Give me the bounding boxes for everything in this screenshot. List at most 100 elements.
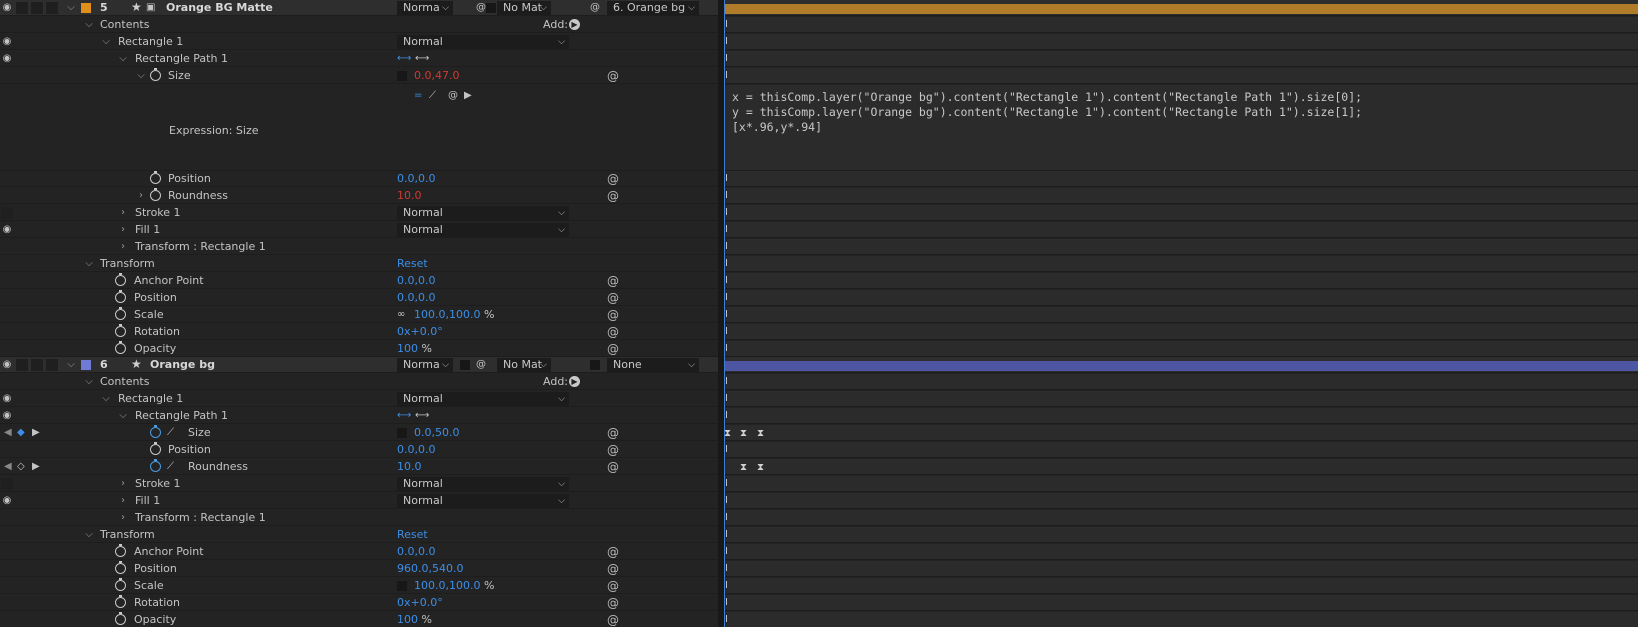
chevron-right-icon[interactable]: › — [118, 206, 128, 220]
expression-pickwhip-icon[interactable]: @ — [448, 90, 458, 101]
rectangle-blend-dropdown[interactable]: Normal ⌵ — [397, 35, 569, 49]
roundness-row[interactable]: › Roundness 10.0 @ — [0, 188, 718, 204]
expression-pickwhip-icon[interactable]: @ — [607, 274, 619, 288]
stroke-blend-dropdown[interactable]: Normal ⌵ — [397, 206, 569, 220]
keyframe-icon[interactable]: ⧗ — [740, 462, 747, 473]
chevron-down-icon[interactable]: ⌵ — [84, 375, 94, 389]
rectangle-row[interactable]: ◉ ⌵ Rectangle 1 Normal ⌵ — [0, 391, 718, 407]
expression-pickwhip-icon[interactable]: @ — [607, 308, 619, 322]
transform-rect-row[interactable]: › Transform : Rectangle 1 — [0, 510, 718, 526]
visibility-eye-icon[interactable]: ◉ — [1, 393, 13, 405]
anchor-row[interactable]: Anchor Point 0.0,0.0 @ — [0, 273, 718, 289]
chevron-down-icon[interactable]: ⌵ — [84, 257, 94, 271]
stopwatch-icon[interactable] — [115, 544, 126, 557]
size-value[interactable]: 0.0,47.0 — [414, 69, 459, 83]
stopwatch-icon[interactable] — [115, 290, 126, 303]
visibility-eye-icon[interactable]: ◉ — [1, 495, 13, 507]
next-keyframe-icon[interactable]: ▶ — [32, 461, 40, 472]
expression-menu-icon[interactable]: ▶ — [464, 90, 472, 101]
stopwatch-icon[interactable] — [115, 578, 126, 591]
rotation-value[interactable]: 0x+0.0° — [397, 596, 443, 610]
stopwatch-icon[interactable] — [115, 324, 126, 337]
chevron-down-icon[interactable]: ⌵ — [84, 528, 94, 542]
keyframe-diamond-icon[interactable]: ◆ — [17, 427, 25, 438]
scale-row[interactable]: Scale 100.0,100.0 % @ — [0, 578, 718, 594]
position-value[interactable]: 0.0,0.0 — [397, 172, 435, 186]
expression-pickwhip-icon[interactable]: @ — [607, 172, 619, 186]
parent-pickwhip-icon[interactable]: @ — [590, 2, 600, 13]
chevron-down-icon[interactable]: ⌵ — [66, 1, 76, 15]
anchor-value[interactable]: 0.0,0.0 — [397, 274, 435, 288]
layer-duration-bar[interactable] — [724, 361, 1638, 371]
chevron-right-icon[interactable]: › — [136, 189, 146, 203]
prev-keyframe-icon[interactable]: ◀ — [4, 461, 12, 472]
stroke-row[interactable]: › Stroke 1 Normal ⌵ — [0, 476, 718, 492]
layer-row-orange-bg[interactable]: ◉ ⌵ 6 ★ Orange bg Norma ⌵ @ No Mat ⌵ None ⌵ — [0, 357, 718, 373]
keyframe-icon[interactable]: ⧗ — [740, 428, 747, 439]
rotation-value[interactable]: 0x+0.0° — [397, 325, 443, 339]
transform-row[interactable]: ⌵ Transform Reset — [0, 527, 718, 543]
graph-icon[interactable]: ⟋ — [167, 461, 174, 472]
chevron-right-icon[interactable]: › — [118, 477, 128, 491]
visibility-eye-icon[interactable]: ◉ — [1, 359, 13, 371]
graph-icon[interactable]: ⟋ — [167, 427, 174, 438]
expression-pickwhip-icon[interactable]: @ — [607, 426, 619, 440]
blend-mode-dropdown[interactable]: Norma ⌵ — [397, 1, 453, 15]
position-row[interactable]: Position 0.0,0.0 @ — [0, 171, 718, 187]
constrain-link-icon[interactable]: ∞ — [397, 309, 405, 320]
chevron-right-icon[interactable]: › — [118, 223, 128, 237]
visibility-toggle[interactable] — [1, 207, 13, 219]
expression-pickwhip-icon[interactable]: @ — [607, 562, 619, 576]
transform-rect-row[interactable]: › Transform : Rectangle 1 — [0, 239, 718, 255]
roundness-value[interactable]: 10.0 — [397, 460, 422, 474]
parent-dropdown[interactable]: 6. Orange bg ⌵ — [607, 1, 699, 15]
expression-pickwhip-icon[interactable]: @ — [607, 579, 619, 593]
roundness-row[interactable]: ◀ ◇ ▶ ⟋ Roundness 10.0 @ — [0, 459, 718, 475]
rotation-row[interactable]: Rotation 0x+0.0° @ — [0, 324, 718, 340]
path-direction-reverse-icon[interactable]: ⟷ — [415, 53, 429, 64]
prev-keyframe-icon[interactable]: ◀ — [4, 427, 12, 438]
scale-row[interactable]: Scale ∞ 100.0,100.0 % @ — [0, 307, 718, 323]
track-matte-dropdown[interactable]: No Mat ⌵ — [497, 1, 551, 15]
next-keyframe-icon[interactable]: ▶ — [32, 427, 40, 438]
visibility-eye-icon[interactable]: ◉ — [1, 224, 13, 236]
visibility-eye-icon[interactable]: ◉ — [1, 2, 13, 14]
audio-toggle[interactable] — [16, 2, 28, 14]
rotation-row[interactable]: Rotation 0x+0.0° @ — [0, 595, 718, 611]
stopwatch-icon[interactable] — [150, 442, 161, 455]
opacity-row[interactable]: Opacity 100 % @ — [0, 341, 718, 357]
fill-row[interactable]: ◉ › Fill 1 Normal ⌵ — [0, 493, 718, 509]
layer-name[interactable]: Orange BG Matte — [166, 1, 273, 15]
expression-pickwhip-icon[interactable]: @ — [607, 613, 619, 627]
position-row[interactable]: Position 0.0,0.0 @ — [0, 442, 718, 458]
rect-path-row[interactable]: ◉ ⌵ Rectangle Path 1 ⟷ ⟷ — [0, 51, 718, 67]
stopwatch-icon[interactable] — [115, 561, 126, 574]
reset-link[interactable]: Reset — [397, 257, 428, 270]
visibility-eye-icon[interactable]: ◉ — [1, 53, 13, 65]
expression-pickwhip-icon[interactable]: @ — [607, 545, 619, 559]
expression-pickwhip-icon[interactable]: @ — [607, 342, 619, 356]
stopwatch-icon[interactable] — [150, 68, 161, 81]
layer-row-orange-bg-matte[interactable]: ◉ ⌵ 5 ★ ▣ Orange BG Matte Norma ⌵ @ No Ma… — [0, 0, 718, 16]
layer-duration-bar[interactable] — [724, 4, 1638, 14]
track-matte-dropdown[interactable]: No Mat ⌵ — [497, 358, 551, 372]
tposition-value[interactable]: 960.0,540.0 — [397, 562, 463, 576]
stopwatch-icon[interactable] — [150, 425, 161, 438]
label-color-swatch[interactable] — [81, 360, 91, 370]
opacity-value[interactable]: 100 % — [397, 613, 432, 627]
expression-pickwhip-icon[interactable]: @ — [607, 69, 619, 83]
fill-blend-dropdown[interactable]: Normal ⌵ — [397, 494, 569, 508]
rect-path-row[interactable]: ◉ ⌵ Rectangle Path 1 ⟷ ⟷ — [0, 408, 718, 424]
stopwatch-icon[interactable] — [150, 188, 161, 201]
visibility-eye-icon[interactable]: ◉ — [1, 36, 13, 48]
visibility-eye-icon[interactable]: ◉ — [1, 410, 13, 422]
layer-name[interactable]: Orange bg — [150, 358, 215, 372]
size-row[interactable]: ⌵ Size 0.0,47.0 @ — [0, 68, 718, 84]
fill-blend-dropdown[interactable]: Normal ⌵ — [397, 223, 569, 237]
opacity-row[interactable]: Opacity 100 % @ — [0, 612, 718, 627]
add-button[interactable]: ▶ — [569, 19, 580, 30]
tposition-row[interactable]: Position 960.0,540.0 @ — [0, 561, 718, 577]
expression-enable-icon[interactable]: = — [414, 90, 422, 101]
chevron-right-icon[interactable]: › — [118, 494, 128, 508]
chevron-down-icon[interactable]: ⌵ — [118, 52, 128, 66]
